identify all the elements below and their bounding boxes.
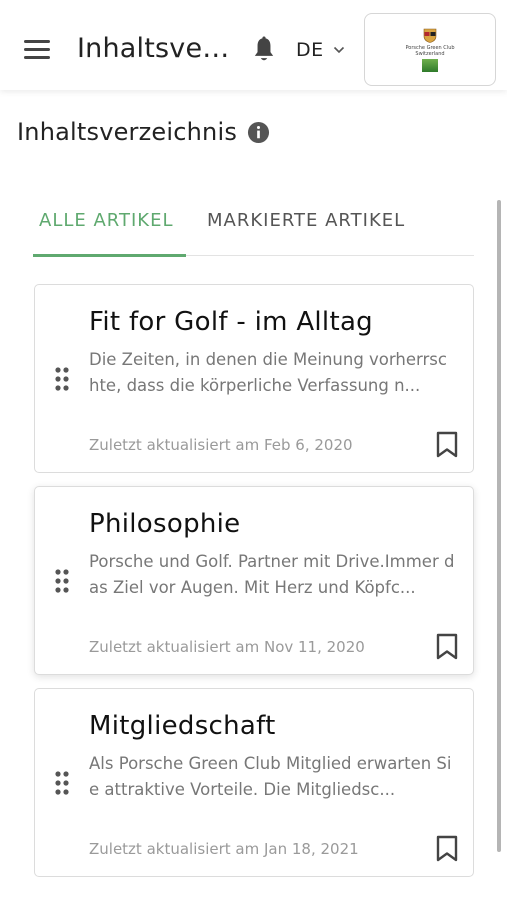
logo-text-line2: Switzerland xyxy=(415,50,445,57)
bookmark-icon[interactable] xyxy=(436,633,458,660)
drag-handle-icon[interactable] xyxy=(54,771,70,795)
article-updated-date: Zuletzt aktualisiert am Nov 11, 2020 xyxy=(89,638,365,656)
article-card[interactable]: Mitgliedschaft Als Porsche Green Club Mi… xyxy=(34,688,474,877)
info-icon[interactable] xyxy=(247,121,270,144)
tab-alle-artikel[interactable]: ALLE ARTIKEL xyxy=(39,210,173,231)
article-updated-date: Zuletzt aktualisiert am Jan 18, 2021 xyxy=(89,840,359,858)
article-excerpt: Porsche und Golf. Partner mit Drive.Imme… xyxy=(89,552,455,597)
language-selector[interactable]: DE xyxy=(296,37,345,63)
page-heading: Inhaltsverzeichnis xyxy=(17,118,270,146)
hamburger-icon[interactable] xyxy=(24,40,52,62)
drag-handle-icon[interactable] xyxy=(54,569,70,593)
page-title: Inhaltsverzeichnis xyxy=(17,118,238,146)
chevron-down-icon xyxy=(333,46,344,54)
article-title: Mitgliedschaft xyxy=(89,711,276,741)
bookmark-icon[interactable] xyxy=(436,835,458,862)
tab-markierte-artikel[interactable]: MARKIERTE ARTIKEL xyxy=(207,210,405,231)
article-card[interactable]: Fit for Golf - im Alltag Die Zeiten, in … xyxy=(34,284,474,473)
active-tab-indicator xyxy=(33,254,186,257)
logo-green-mark xyxy=(422,58,438,72)
scrollbar[interactable] xyxy=(497,200,501,852)
app-bar-title: Inhaltsverz... xyxy=(77,33,237,64)
bookmark-icon[interactable] xyxy=(436,431,458,458)
top-app-bar: Inhaltsverz... DE Porsche Green Club Swi… xyxy=(0,0,507,90)
club-logo-button[interactable]: Porsche Green Club Switzerland xyxy=(364,13,496,86)
porsche-crest-icon xyxy=(423,28,437,43)
article-excerpt: Als Porsche Green Club Mitglied erwarten… xyxy=(89,754,452,799)
article-card[interactable]: Philosophie Porsche und Golf. Partner mi… xyxy=(34,486,474,675)
article-title: Fit for Golf - im Alltag xyxy=(89,307,373,337)
article-excerpt: Die Zeiten, in denen die Meinung vorherr… xyxy=(89,350,447,395)
article-title: Philosophie xyxy=(89,509,241,539)
drag-handle-icon[interactable] xyxy=(54,367,70,391)
article-tabs: ALLE ARTIKEL MARKIERTE ARTIKEL xyxy=(33,200,474,257)
language-code: DE xyxy=(296,39,324,61)
bell-icon[interactable] xyxy=(251,36,277,64)
article-updated-date: Zuletzt aktualisiert am Feb 6, 2020 xyxy=(89,436,353,454)
